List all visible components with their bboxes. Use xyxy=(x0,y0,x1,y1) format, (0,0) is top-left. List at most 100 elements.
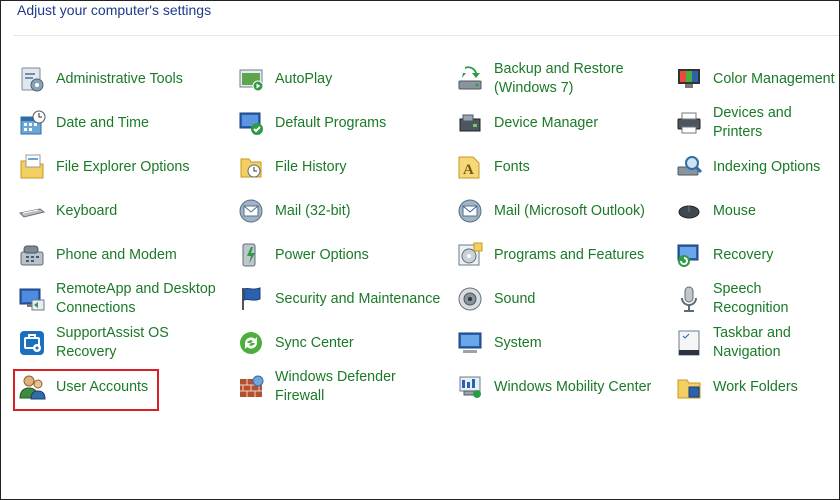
supportassist-icon xyxy=(17,328,47,358)
control-panel-item-label: User Accounts xyxy=(56,378,149,395)
control-panel-item-label: Taskbar and Navigation xyxy=(713,325,791,360)
file-history-icon xyxy=(236,152,266,182)
control-panel-item-label: File History xyxy=(275,158,347,175)
programs-features-icon xyxy=(455,240,485,270)
control-panel-item-default-programs[interactable]: Default Programs xyxy=(236,101,440,145)
control-panel-item-file-history[interactable]: File History xyxy=(236,145,440,189)
control-panel-item-supportassist[interactable]: SupportAssist OS Recovery xyxy=(17,321,216,365)
device-manager-icon xyxy=(455,108,485,138)
control-panel-item-label: Keyboard xyxy=(56,202,118,219)
control-panel-item-label: Phone and Modem xyxy=(56,246,177,263)
firewall-icon xyxy=(236,372,266,402)
control-panel-item-label: Color Management xyxy=(713,70,835,87)
taskbar-navigation-icon xyxy=(674,328,704,358)
work-folders-icon xyxy=(674,372,704,402)
sync-center-icon xyxy=(236,328,266,358)
sound-icon xyxy=(455,284,485,314)
control-panel-item-label: Windows Mobility Center xyxy=(494,378,652,395)
settings-column: AutoPlay Default Programs File History Mail… xyxy=(236,57,440,409)
header-divider xyxy=(13,35,839,36)
mobility-center-icon xyxy=(455,372,485,402)
control-panel-item-keyboard[interactable]: Keyboard xyxy=(17,189,216,233)
control-panel-item-label: Administrative Tools xyxy=(56,70,183,87)
power-options-icon xyxy=(236,240,266,270)
user-accounts-icon xyxy=(17,372,47,402)
control-panel-item-backup-restore[interactable]: Backup and Restore (Windows 7) xyxy=(455,57,651,101)
control-panel-item-color-management[interactable]: Color Management xyxy=(674,57,839,101)
remoteapp-icon xyxy=(17,284,47,314)
control-panel-item-security-flag[interactable]: Security and Maintenance xyxy=(236,277,440,321)
control-panel-item-user-accounts[interactable]: User Accounts xyxy=(17,365,216,409)
default-programs-icon xyxy=(236,108,266,138)
control-panel-item-label: Sound xyxy=(494,290,536,307)
control-panel-item-label: Device Manager xyxy=(494,114,599,131)
administrative-tools-icon xyxy=(17,64,47,94)
system-icon xyxy=(455,328,485,358)
fonts-icon: A xyxy=(455,152,485,182)
svg-text:A: A xyxy=(463,162,474,178)
control-panel-item-power-options[interactable]: Power Options xyxy=(236,233,440,277)
control-panel-item-phone-and-modem[interactable]: Phone and Modem xyxy=(17,233,216,277)
control-panel-item-label: File Explorer Options xyxy=(56,158,190,175)
control-panel-item-indexing-options[interactable]: Indexing Options xyxy=(674,145,839,189)
control-panel-window: Adjust your computer's settings Administ… xyxy=(0,0,840,500)
control-panel-item-remoteapp[interactable]: RemoteApp and Desktop Connections xyxy=(17,277,216,321)
indexing-options-icon xyxy=(674,152,704,182)
control-panel-item-administrative-tools[interactable]: Administrative Tools xyxy=(17,57,216,101)
page-title: Adjust your computer's settings xyxy=(17,2,212,18)
control-panel-item-recovery[interactable]: Recovery xyxy=(674,233,839,277)
control-panel-item-label: Recovery xyxy=(713,246,774,263)
control-panel-item-firewall[interactable]: Windows Defender Firewall xyxy=(236,365,440,409)
control-panel-item-label: Fonts xyxy=(494,158,530,175)
mail-icon xyxy=(236,196,266,226)
control-panel-item-file-explorer-options[interactable]: File Explorer Options xyxy=(17,145,216,189)
control-panel-item-system[interactable]: System xyxy=(455,321,651,365)
control-panel-item-label: Security and Maintenance xyxy=(275,290,441,307)
control-panel-item-autoplay[interactable]: AutoPlay xyxy=(236,57,440,101)
settings-column: Administrative Tools Date and Time File Ex… xyxy=(17,57,216,409)
control-panel-item-taskbar-navigation[interactable]: Taskbar and Navigation xyxy=(674,321,839,365)
control-panel-item-programs-features[interactable]: Programs and Features xyxy=(455,233,651,277)
control-panel-item-fonts[interactable]: A Fonts xyxy=(455,145,651,189)
control-panel-item-devices-printers[interactable]: Devices and Printers xyxy=(674,101,839,145)
phone-and-modem-icon xyxy=(17,240,47,270)
keyboard-icon xyxy=(17,196,47,226)
devices-printers-icon xyxy=(674,108,704,138)
control-panel-item-label: Sync Center xyxy=(275,334,354,351)
mouse-icon xyxy=(674,196,704,226)
control-panel-item-label: Default Programs xyxy=(275,114,387,131)
control-panel-item-label: System xyxy=(494,334,542,351)
control-panel-item-mail-outlook[interactable]: Mail (Microsoft Outlook) xyxy=(455,189,651,233)
control-panel-item-label: Mail (Microsoft Outlook) xyxy=(494,202,645,219)
recovery-icon xyxy=(674,240,704,270)
control-panel-item-label: Speech Recognition xyxy=(713,281,789,316)
control-panel-item-sync-center[interactable]: Sync Center xyxy=(236,321,440,365)
control-panel-item-label: Windows Defender Firewall xyxy=(275,369,396,404)
color-management-icon xyxy=(674,64,704,94)
control-panel-item-label: Power Options xyxy=(275,246,369,263)
control-panel-item-label: Mail (32-bit) xyxy=(275,202,351,219)
control-panel-item-mobility-center[interactable]: Windows Mobility Center xyxy=(455,365,651,409)
control-panel-item-device-manager[interactable]: Device Manager xyxy=(455,101,651,145)
control-panel-item-label: Date and Time xyxy=(56,114,149,131)
control-panel-item-label: RemoteApp and Desktop Connections xyxy=(56,281,216,316)
control-panel-item-work-folders[interactable]: Work Folders xyxy=(674,365,839,409)
control-panel-item-label: AutoPlay xyxy=(275,70,333,87)
autoplay-icon xyxy=(236,64,266,94)
control-panel-item-mouse[interactable]: Mouse xyxy=(674,189,839,233)
control-panel-item-label: Backup and Restore (Windows 7) xyxy=(494,61,624,96)
control-panel-item-label: Programs and Features xyxy=(494,246,645,263)
control-panel-item-mail[interactable]: Mail (32-bit) xyxy=(236,189,440,233)
settings-column: Backup and Restore (Windows 7) Device Man… xyxy=(455,57,651,409)
control-panel-item-label: Work Folders xyxy=(713,378,798,395)
speech-recognition-icon xyxy=(674,284,704,314)
control-panel-item-label: Indexing Options xyxy=(713,158,821,175)
date-and-time-icon xyxy=(17,108,47,138)
control-panel-item-label: Devices and Printers xyxy=(713,105,792,140)
mail-outlook-icon xyxy=(455,196,485,226)
control-panel-item-sound[interactable]: Sound xyxy=(455,277,651,321)
file-explorer-options-icon xyxy=(17,152,47,182)
control-panel-item-speech-recognition[interactable]: Speech Recognition xyxy=(674,277,839,321)
control-panel-item-date-and-time[interactable]: Date and Time xyxy=(17,101,216,145)
security-flag-icon xyxy=(236,284,266,314)
